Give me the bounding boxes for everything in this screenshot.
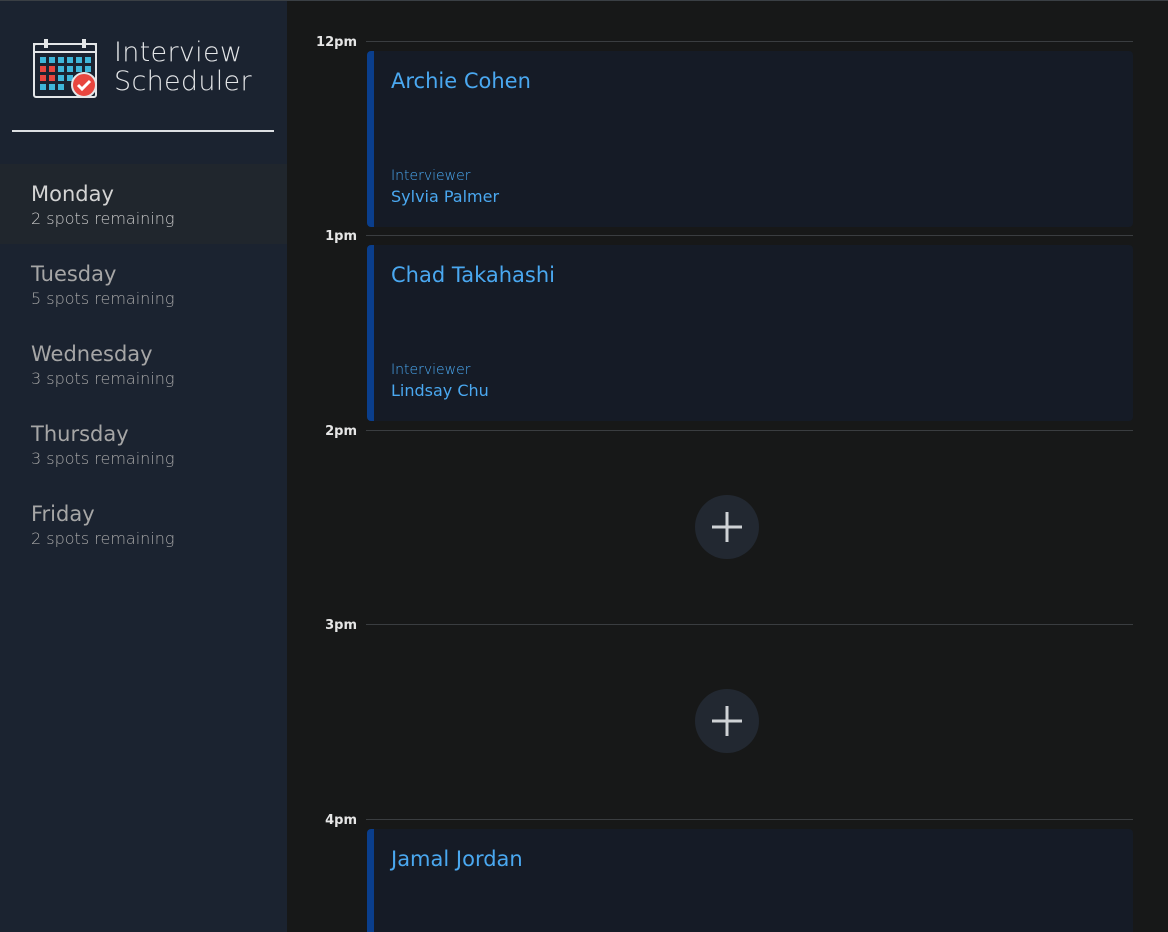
brand: Interview Scheduler xyxy=(33,38,273,100)
day-name: Wednesday xyxy=(31,342,153,366)
interviewer-label: Interviewer xyxy=(391,168,471,184)
appointment-card[interactable]: Jamal Jordan xyxy=(367,829,1133,932)
day-item-tuesday[interactable]: Tuesday 5 spots remaining xyxy=(0,244,287,324)
appointment-card[interactable]: Archie Cohen Interviewer Sylvia Palmer xyxy=(367,51,1133,227)
slot-divider xyxy=(366,819,1133,820)
app-title-line2: Scheduler xyxy=(114,66,252,97)
day-spots: 5 spots remaining xyxy=(31,289,175,308)
appointment-slot: 4pm Jamal Jordan xyxy=(287,813,1168,932)
day-item-monday[interactable]: Monday 2 spots remaining xyxy=(0,164,287,244)
slot-divider xyxy=(366,41,1133,42)
slot-time: 3pm xyxy=(325,618,357,633)
slot-time: 4pm xyxy=(325,813,357,828)
day-item-wednesday[interactable]: Wednesday 3 spots remaining xyxy=(0,324,287,404)
brand-divider xyxy=(12,130,274,132)
plus-icon xyxy=(712,706,742,736)
appointment-slot: 12pm Archie Cohen Interviewer Sylvia Pal… xyxy=(287,35,1168,235)
slot-divider xyxy=(366,624,1133,625)
day-item-friday[interactable]: Friday 2 spots remaining xyxy=(0,484,287,564)
calendar-check-icon xyxy=(33,39,97,98)
day-name: Thursday xyxy=(31,422,129,446)
interviewer-name: Lindsay Chu xyxy=(391,381,489,400)
appointment-slot-empty: 2pm xyxy=(287,424,1168,624)
day-name: Friday xyxy=(31,502,95,526)
day-spots: 3 spots remaining xyxy=(31,449,175,468)
day-name: Monday xyxy=(31,182,114,206)
app-title: Interview Scheduler xyxy=(114,38,252,96)
sidebar: Interview Scheduler Monday 2 spots remai… xyxy=(0,1,287,932)
slot-time: 2pm xyxy=(325,424,357,439)
student-name: Jamal Jordan xyxy=(391,847,523,871)
appointment-card[interactable]: Chad Takahashi Interviewer Lindsay Chu xyxy=(367,245,1133,421)
student-name: Chad Takahashi xyxy=(391,263,555,287)
day-spots: 2 spots remaining xyxy=(31,529,175,548)
day-spots: 3 spots remaining xyxy=(31,369,175,388)
day-name: Tuesday xyxy=(31,262,117,286)
student-name: Archie Cohen xyxy=(391,69,531,93)
add-appointment-button[interactable] xyxy=(695,495,759,559)
appointment-slot: 1pm Chad Takahashi Interviewer Lindsay C… xyxy=(287,229,1168,429)
appointment-slot-empty: 3pm xyxy=(287,618,1168,818)
day-list: Monday 2 spots remaining Tuesday 5 spots… xyxy=(0,164,287,564)
day-item-thursday[interactable]: Thursday 3 spots remaining xyxy=(0,404,287,484)
slot-time: 12pm xyxy=(316,35,357,50)
interviewer-name: Sylvia Palmer xyxy=(391,187,500,206)
slot-divider xyxy=(366,235,1133,236)
interviewer-label: Interviewer xyxy=(391,362,471,378)
slot-divider xyxy=(366,430,1133,431)
app-title-line1: Interview xyxy=(114,37,243,68)
plus-icon xyxy=(712,512,742,542)
day-spots: 2 spots remaining xyxy=(31,209,175,228)
schedule: 12pm Archie Cohen Interviewer Sylvia Pal… xyxy=(287,1,1168,932)
add-appointment-button[interactable] xyxy=(695,689,759,753)
slot-time: 1pm xyxy=(325,229,357,244)
